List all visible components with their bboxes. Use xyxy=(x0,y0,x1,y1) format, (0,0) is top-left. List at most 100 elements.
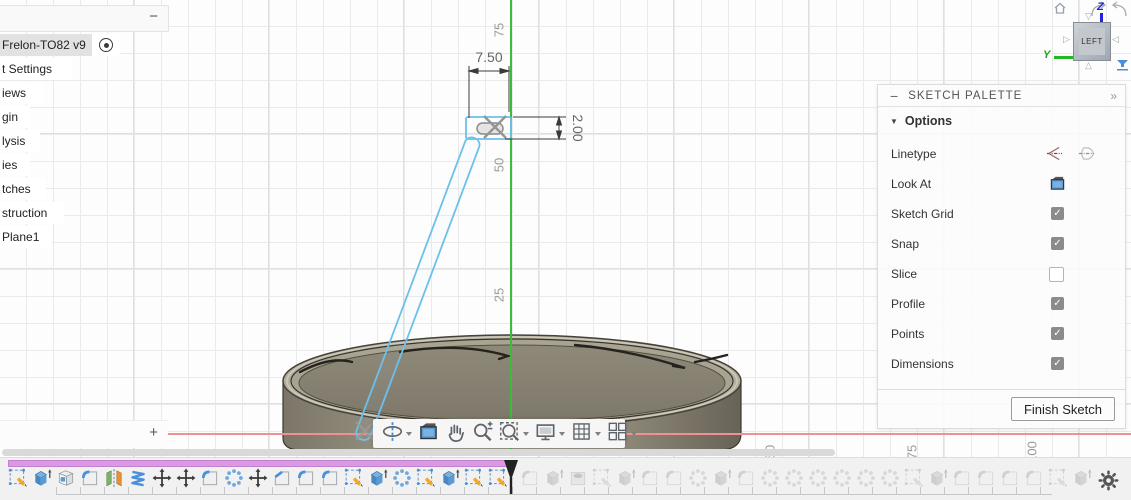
timeline-feature-fillet-icon[interactable] xyxy=(80,468,100,488)
timeline-feature-extrude-icon[interactable] xyxy=(368,468,388,488)
timeline-feature-circular-pattern-icon[interactable] xyxy=(832,468,852,488)
timeline-feature-extrude-icon[interactable] xyxy=(440,468,460,488)
timeline-feature-circular-pattern-icon[interactable] xyxy=(784,468,804,488)
browser-item-label: gin xyxy=(0,106,30,128)
pan-button[interactable] xyxy=(442,419,469,449)
browser-item[interactable]: struction xyxy=(0,202,64,224)
finish-sketch-button[interactable]: Finish Sketch xyxy=(1011,397,1115,421)
timeline-feature-fillet-icon[interactable] xyxy=(200,468,220,488)
look-at-button[interactable] xyxy=(415,419,442,449)
chevron-down-icon[interactable] xyxy=(523,432,529,436)
timeline-feature-sketch-icon[interactable] xyxy=(8,468,28,488)
timeline-feature-fillet-icon[interactable] xyxy=(736,468,756,488)
browser-item[interactable]: iews xyxy=(0,82,44,104)
home-icon[interactable] xyxy=(1053,2,1067,15)
timeline-feature-circular-pattern-icon[interactable] xyxy=(856,468,876,488)
grid-settings-button[interactable] xyxy=(568,419,604,449)
timeline-feature-sketch-icon[interactable] xyxy=(1048,468,1068,488)
timeline-feature-fillet-icon[interactable] xyxy=(520,468,540,488)
timeline-playhead[interactable] xyxy=(503,459,519,495)
timeline-feature-fillet-icon[interactable] xyxy=(952,468,972,488)
timeline-feature-move-icon[interactable] xyxy=(152,468,172,488)
timeline-feature-box-icon[interactable] xyxy=(56,468,76,488)
chevron-down-icon[interactable] xyxy=(631,432,637,436)
palette-dock-button[interactable]: » xyxy=(1110,89,1117,103)
timeline-feature-fillet-icon[interactable] xyxy=(664,468,684,488)
viewcube-arrow-left[interactable]: ▷ xyxy=(1063,35,1070,44)
palette-options-section[interactable]: ▼ Options xyxy=(890,114,952,128)
timeline-feature-sketch-icon[interactable] xyxy=(416,468,436,488)
filter-icon[interactable] xyxy=(1116,60,1129,71)
timeline-feature-fillet-icon[interactable] xyxy=(640,468,660,488)
timeline-feature-move-icon[interactable] xyxy=(176,468,196,488)
browser-panel-header[interactable]: − xyxy=(0,5,169,32)
browser-item[interactable]: tches xyxy=(0,178,46,200)
browser-item[interactable]: gin xyxy=(0,106,30,128)
look-at-icon[interactable] xyxy=(1049,175,1066,197)
zoom-icon xyxy=(472,421,493,447)
browser-item[interactable]: Frelon-TO82 v9 xyxy=(0,34,120,56)
timeline-feature-extrude-icon[interactable] xyxy=(712,468,732,488)
browser-minimize-button[interactable]: − xyxy=(149,8,158,25)
rotate-view-icons[interactable] xyxy=(1088,0,1130,20)
orbit-button[interactable] xyxy=(379,419,415,449)
timeline-feature-fillet-icon[interactable] xyxy=(1024,468,1044,488)
grid-settings-icon xyxy=(571,421,592,447)
construction-icon[interactable] xyxy=(1078,145,1095,167)
viewcube-face[interactable]: LEFT xyxy=(1073,22,1111,61)
timeline-feature-hole-icon[interactable] xyxy=(568,468,588,488)
timeline-feature-extrude-icon[interactable] xyxy=(1072,468,1092,488)
viewcube-arrow-up[interactable]: ▽ xyxy=(1085,12,1092,21)
timeline-feature-fillet-icon[interactable] xyxy=(976,468,996,488)
centerline-icon[interactable] xyxy=(1046,145,1063,167)
points-checkbox[interactable]: ✓ xyxy=(1051,327,1064,340)
timeline-feature-sketch-icon[interactable] xyxy=(592,468,612,488)
palette-minimize-button[interactable]: − xyxy=(890,88,898,104)
timeline-feature-circular-pattern-icon[interactable] xyxy=(224,468,244,488)
sketch-palette-header[interactable]: − SKETCH PALETTE » xyxy=(878,85,1125,107)
viewcube-arrow-down[interactable]: △ xyxy=(1085,61,1092,70)
browser-item[interactable]: lysis xyxy=(0,130,40,152)
timeline-feature-circular-pattern-icon[interactable] xyxy=(808,468,828,488)
timeline-feature-chamfer-icon[interactable] xyxy=(272,468,292,488)
chevron-down-icon[interactable] xyxy=(559,432,565,436)
dimensions-checkbox[interactable]: ✓ xyxy=(1051,357,1064,370)
browser-expand-button[interactable]: + xyxy=(149,424,158,441)
timeline-feature-sketch-icon[interactable] xyxy=(344,468,364,488)
browser-item[interactable]: t Settings xyxy=(0,58,72,80)
sketch-grid-checkbox[interactable]: ✓ xyxy=(1051,207,1064,220)
timeline-feature-coil-icon[interactable] xyxy=(128,468,148,488)
timeline-feature-fillet-icon[interactable] xyxy=(296,468,316,488)
horizontal-scrollbar[interactable] xyxy=(2,449,835,456)
chevron-down-icon[interactable] xyxy=(406,432,412,436)
sketch-palette-panel: − SKETCH PALETTE » ▼ Options LinetypeLoo… xyxy=(877,84,1126,429)
browser-item[interactable]: Plane1 xyxy=(0,226,52,248)
timeline-feature-move-icon[interactable] xyxy=(248,468,268,488)
timeline-feature-circular-pattern-icon[interactable] xyxy=(688,468,708,488)
timeline-feature-fillet-icon[interactable] xyxy=(320,468,340,488)
viewcube-arrow-right[interactable]: ◁ xyxy=(1112,35,1119,44)
timeline-group-bar[interactable] xyxy=(8,460,511,467)
timeline-feature-circular-pattern-icon[interactable] xyxy=(760,468,780,488)
timeline-settings-gear-icon[interactable] xyxy=(1098,470,1119,491)
timeline-feature-circular-pattern-icon[interactable] xyxy=(392,468,412,488)
timeline-feature-sketch-icon[interactable] xyxy=(904,468,924,488)
timeline-feature-extrude-icon[interactable] xyxy=(928,468,948,488)
visibility-radio-icon[interactable] xyxy=(92,34,120,56)
chevron-down-icon[interactable] xyxy=(595,432,601,436)
viewports-button[interactable] xyxy=(604,419,640,449)
zoom-button[interactable] xyxy=(469,419,496,449)
timeline-feature-extrude-icon[interactable] xyxy=(616,468,636,488)
timeline-feature-fillet-icon[interactable] xyxy=(1000,468,1020,488)
timeline-feature-extrude-icon[interactable] xyxy=(544,468,564,488)
browser-item[interactable]: ies xyxy=(0,154,30,176)
timeline-feature-circular-pattern-icon[interactable] xyxy=(880,468,900,488)
display-settings-button[interactable] xyxy=(532,419,568,449)
fit-button[interactable] xyxy=(496,419,532,449)
snap-checkbox[interactable]: ✓ xyxy=(1051,237,1064,250)
timeline-feature-mirror-icon[interactable] xyxy=(104,468,124,488)
timeline-feature-sketch-icon[interactable] xyxy=(464,468,484,488)
slice-checkbox[interactable] xyxy=(1049,267,1064,282)
timeline-feature-extrude-icon[interactable] xyxy=(32,468,52,488)
profile-checkbox[interactable]: ✓ xyxy=(1051,297,1064,310)
